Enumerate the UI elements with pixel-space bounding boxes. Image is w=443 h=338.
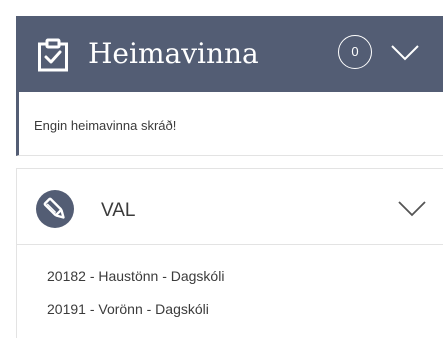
homework-empty-message: Engin heimavinna skráð! bbox=[34, 118, 177, 133]
clipboard-check-icon bbox=[37, 38, 69, 72]
chevron-down-icon[interactable] bbox=[389, 40, 421, 64]
homework-panel: Heimavinna 0 Engin heimavinna skráð! bbox=[16, 16, 443, 156]
homework-header: Heimavinna 0 bbox=[16, 16, 443, 92]
val-title: VAL bbox=[101, 200, 136, 221]
homework-title: Heimavinna bbox=[88, 37, 259, 70]
val-term-item[interactable]: 20191 - Vorönn - Dagskóli bbox=[47, 300, 224, 318]
val-term-list: 20182 - Haustönn - Dagskóli 20191 - Vorö… bbox=[47, 267, 224, 333]
chevron-down-icon[interactable] bbox=[397, 197, 427, 219]
val-term-item[interactable]: 20182 - Haustönn - Dagskóli bbox=[47, 267, 224, 285]
pencil-icon bbox=[36, 190, 74, 228]
homework-count-badge[interactable]: 0 bbox=[338, 35, 372, 69]
val-panel: VAL 20182 - Haustönn - Dagskóli 20191 - … bbox=[16, 168, 443, 338]
val-header[interactable]: VAL bbox=[17, 169, 443, 245]
